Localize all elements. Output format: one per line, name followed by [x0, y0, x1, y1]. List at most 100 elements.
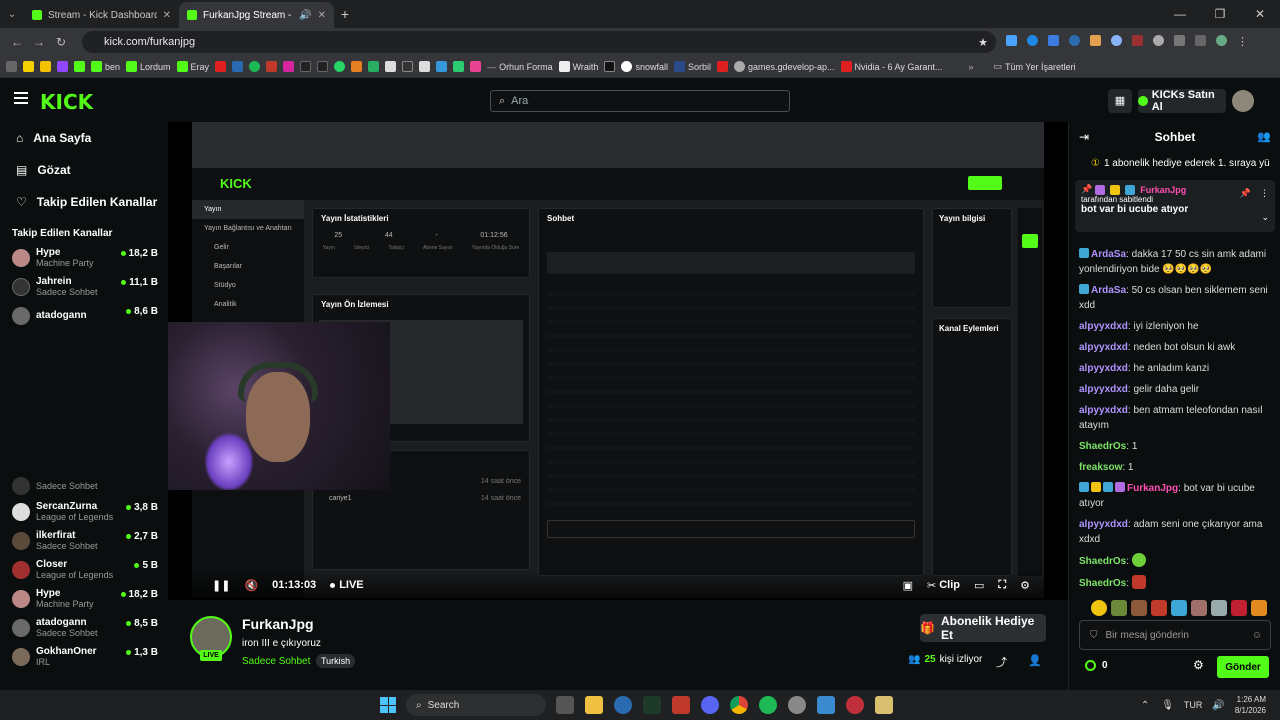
sidebar-channel[interactable]: Jahrein Sadece Sohbet 11,1 B — [0, 272, 168, 301]
clock[interactable]: 1:26 AM 8/1/2026 — [1235, 694, 1266, 716]
menu-dots-icon[interactable]: ⋮ — [1237, 35, 1248, 48]
sidebar-channel[interactable]: Hype Machine Party 18,2 B — [0, 243, 168, 272]
buy-kicks-button[interactable]: KICKs Satın Al — [1138, 89, 1226, 113]
clip-button[interactable]: ✂ Clip — [927, 579, 960, 592]
chrome-icon[interactable] — [730, 696, 748, 714]
language-tag[interactable]: Turkish — [316, 654, 356, 668]
chat-users-icon[interactable]: 👥 — [1257, 130, 1271, 143]
keyboard-language[interactable]: TUR — [1184, 700, 1203, 710]
bookmark-ben[interactable]: ben — [91, 61, 120, 72]
close-window-button[interactable]: ✕ — [1240, 7, 1280, 21]
extension-icon[interactable] — [1111, 35, 1122, 46]
tiktok-icon[interactable] — [604, 61, 616, 72]
taskbar-search[interactable]: ⌕ Search — [406, 694, 546, 716]
kicks-balance[interactable]: 0 — [1085, 660, 1108, 671]
bookmark-icon[interactable] — [402, 61, 414, 72]
spotify-icon[interactable] — [759, 696, 777, 714]
tab-close-icon[interactable]: ✕ — [318, 10, 326, 21]
hamburger-menu-icon[interactable] — [14, 92, 28, 104]
emote-icon[interactable] — [1251, 600, 1267, 616]
spotify-icon[interactable] — [249, 61, 261, 72]
extension-icon[interactable] — [1048, 35, 1059, 46]
bookmark-icon[interactable] — [419, 61, 431, 72]
app-icon[interactable] — [817, 696, 835, 714]
reload-icon[interactable]: ↻ — [50, 35, 72, 49]
new-tab-button[interactable]: + — [334, 6, 356, 22]
extension-icon[interactable] — [1006, 35, 1017, 46]
youtube-icon[interactable] — [716, 61, 728, 72]
dashboard-button[interactable]: ▦ — [1108, 89, 1132, 113]
sidebar-channel[interactable]: Closer League of Legends 5 B — [0, 555, 168, 584]
all-bookmarks[interactable]: ▭ Tüm Yer İşaretleri — [993, 61, 1075, 72]
share-icon[interactable]: ⤴ — [996, 654, 1007, 670]
bookmark-icon[interactable] — [351, 61, 363, 72]
app-icon[interactable] — [788, 696, 806, 714]
back-icon[interactable]: ← — [6, 35, 28, 49]
bookmark-icon[interactable] — [23, 61, 34, 72]
bookmark-orhun-forma[interactable]: — Orhun Forma — [487, 62, 553, 72]
app-icon[interactable] — [643, 696, 661, 714]
emoji-picker-icon[interactable]: ☺ — [1252, 630, 1262, 641]
extension-icon[interactable] — [1132, 35, 1143, 46]
emote-icon[interactable] — [1111, 600, 1127, 616]
task-view-icon[interactable] — [556, 696, 574, 714]
fullscreen-icon[interactable]: ⛶ — [998, 579, 1006, 592]
tab-dashboard[interactable]: Stream - Kick Dashboard ✕ — [24, 2, 179, 28]
sidebar-channel[interactable]: Sadece Sohbet — [0, 475, 168, 497]
sidebar-channel[interactable]: Hype Machine Party 18,2 B — [0, 584, 168, 613]
bookmark-icon[interactable] — [57, 61, 68, 72]
bookmark-icon[interactable] — [266, 61, 278, 72]
steam-icon[interactable] — [232, 61, 244, 72]
tab-close-icon[interactable]: ✕ — [163, 10, 171, 21]
forward-icon[interactable]: → — [28, 35, 50, 49]
follow-icon[interactable]: 👤 — [1028, 654, 1042, 667]
gift-banner[interactable]: ① 1 abonelik hediye ederek 1. sıraya yü — [1091, 158, 1270, 169]
bookmark-sorbil[interactable]: Sorbil — [673, 61, 711, 72]
pause-icon[interactable]: ❚❚ — [212, 579, 230, 592]
streamer-name[interactable]: FurkanJpg — [242, 616, 314, 632]
send-button[interactable]: Gönder — [1217, 656, 1269, 678]
search-input[interactable]: ⌕ Ara — [490, 90, 790, 112]
user-avatar[interactable] — [1232, 90, 1254, 112]
file-explorer-icon[interactable] — [585, 696, 603, 714]
apps-grid-icon[interactable] — [6, 61, 17, 72]
mic-icon[interactable]: 🎙 — [1161, 700, 1174, 711]
volume-icon[interactable]: 🔊 — [1212, 700, 1224, 711]
stream-category[interactable]: Sadece Sohbet — [242, 656, 310, 667]
discord-icon[interactable] — [701, 696, 719, 714]
bookmark-eray[interactable]: Eray — [176, 61, 209, 72]
bookmark-nvidia[interactable]: Nvidia - 6 Ay Garant... — [840, 61, 942, 72]
settings-gear-icon[interactable]: ⚙ — [1020, 579, 1030, 592]
more-bookmarks-icon[interactable]: » — [968, 62, 973, 72]
emote-icon[interactable] — [1151, 600, 1167, 616]
url-input[interactable]: kick.com/furkanjpg ★ — [82, 31, 996, 53]
sidebar-channel[interactable]: ilkerfirat Sadece Sohbet 2,7 B — [0, 526, 168, 555]
app-icon[interactable] — [672, 696, 690, 714]
audio-icon[interactable]: 🔊 — [299, 10, 311, 21]
chat-input[interactable]: ⛉ Bir mesaj gönderin ☺ — [1079, 620, 1271, 650]
bookmark-icon[interactable] — [436, 61, 448, 72]
extensions-puzzle-icon[interactable] — [1174, 35, 1185, 46]
whatsapp-icon[interactable] — [334, 61, 346, 72]
theater-mode-icon[interactable]: ▭ — [974, 579, 984, 592]
pinned-message[interactable]: 📌 FurkanJpg tarafından sabitlendi bot va… — [1075, 180, 1275, 232]
emote-icon[interactable] — [1211, 600, 1227, 616]
kick-logo[interactable]: KICK — [40, 90, 93, 114]
emote-icon[interactable] — [1191, 600, 1207, 616]
profile-icon[interactable] — [1216, 35, 1227, 46]
sidebar-channel[interactable]: atadogann Sadece Sohbet 8,5 B — [0, 613, 168, 642]
extension-icon[interactable] — [1027, 35, 1038, 46]
bookmark-star-icon[interactable]: ★ — [978, 36, 988, 49]
extension-icon[interactable] — [1153, 35, 1164, 46]
instagram-icon[interactable] — [283, 61, 295, 72]
windows-start-icon[interactable] — [380, 697, 396, 713]
gift-subscription-button[interactable]: 🎁 Abonelik Hediye Et — [920, 614, 1046, 642]
more-options-icon[interactable]: ⋮ — [1260, 188, 1269, 199]
unpin-icon[interactable]: 📌 — [1240, 188, 1251, 199]
restore-button[interactable]: ❐ — [1200, 7, 1240, 21]
bookmark-lordum[interactable]: Lordum — [126, 61, 171, 72]
app-icon[interactable] — [846, 696, 864, 714]
side-panel-icon[interactable] — [1195, 35, 1206, 46]
sidebar-channel[interactable]: SercanZurna League of Legends 3,8 B — [0, 497, 168, 526]
emote-icon[interactable] — [1231, 600, 1247, 616]
